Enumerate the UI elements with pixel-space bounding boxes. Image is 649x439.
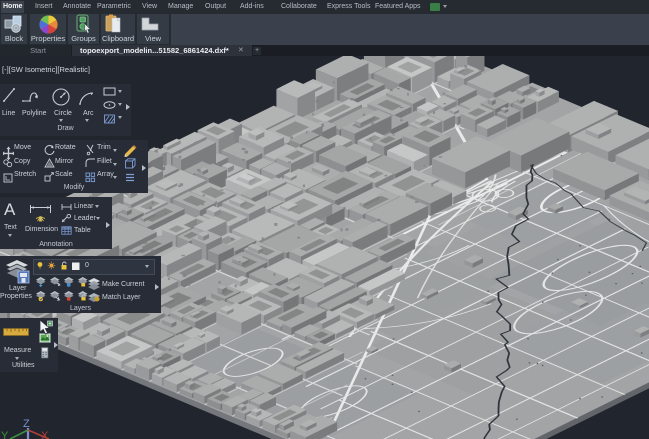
svg-text:Y: Y xyxy=(1,430,9,439)
svg-text:X: X xyxy=(41,430,49,439)
